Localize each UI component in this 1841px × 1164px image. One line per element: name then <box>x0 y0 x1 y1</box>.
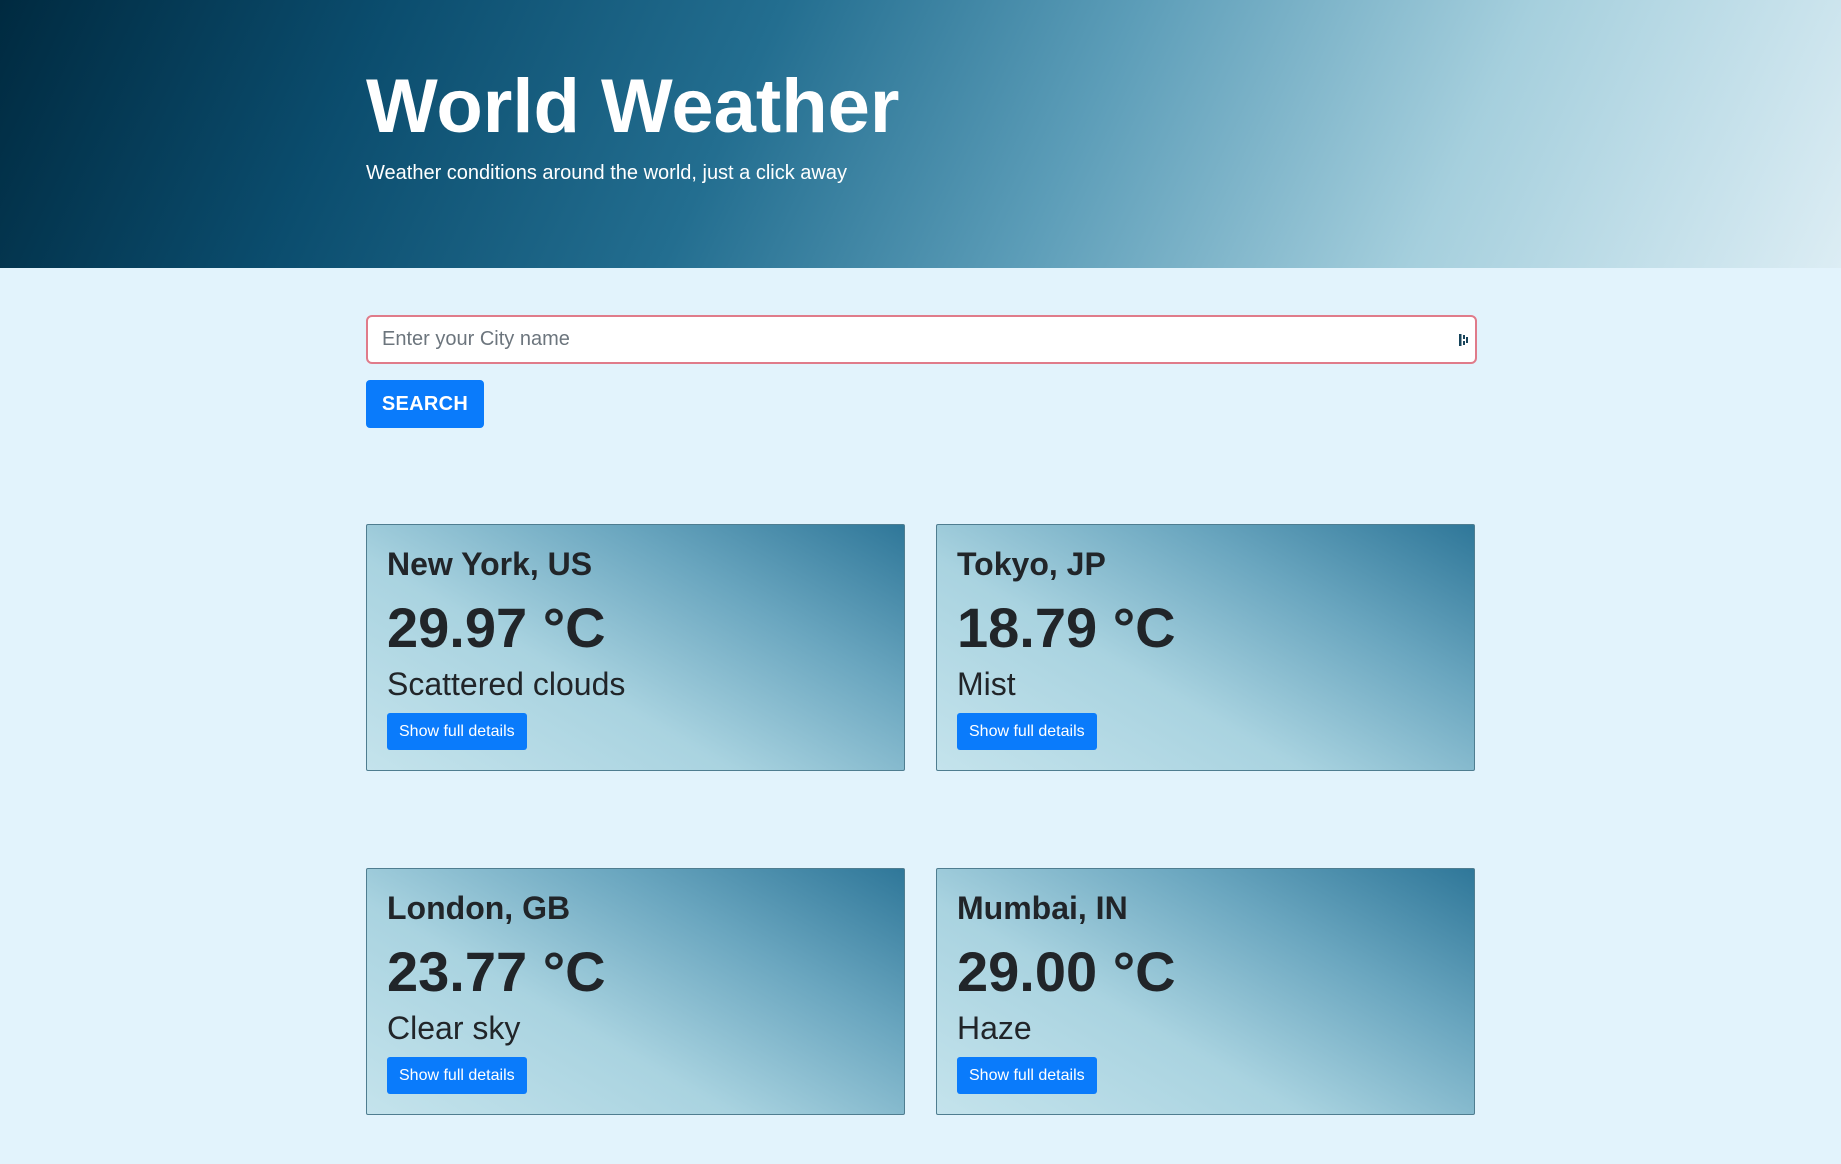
password-manager-icon[interactable] <box>1458 332 1470 348</box>
page-subtitle: Weather conditions around the world, jus… <box>366 162 847 184</box>
card-city: New York, US <box>387 546 593 582</box>
weather-card-mumbai: Mumbai, IN 29.00 °C Haze Show full detai… <box>936 868 1475 1115</box>
card-city: London, GB <box>387 890 571 926</box>
card-description: Haze <box>957 1010 1032 1046</box>
show-details-button[interactable]: Show full details <box>387 1057 527 1094</box>
weather-card-london: London, GB 23.77 °C Clear sky Show full … <box>366 868 905 1115</box>
card-city: Mumbai, IN <box>957 890 1128 926</box>
weather-card-new-york: New York, US 29.97 °C Scattered clouds S… <box>366 524 905 771</box>
card-temperature: 29.97 °C <box>387 596 606 659</box>
search-box <box>366 315 1477 364</box>
hero-banner: World Weather Weather conditions around … <box>0 0 1841 268</box>
card-temperature: 23.77 °C <box>387 940 606 1003</box>
page-title: World Weather <box>366 64 900 149</box>
show-details-button[interactable]: Show full details <box>957 713 1097 750</box>
card-description: Clear sky <box>387 1010 521 1046</box>
card-description: Scattered clouds <box>387 666 626 702</box>
card-temperature: 29.00 °C <box>957 940 1176 1003</box>
card-description: Mist <box>957 666 1016 702</box>
show-details-button[interactable]: Show full details <box>387 713 527 750</box>
card-city: Tokyo, JP <box>957 546 1106 582</box>
city-search-input[interactable] <box>382 317 1442 362</box>
weather-card-tokyo: Tokyo, JP 18.79 °C Mist Show full detail… <box>936 524 1475 771</box>
card-temperature: 18.79 °C <box>957 596 1176 659</box>
search-button[interactable]: SEARCH <box>366 380 484 428</box>
show-details-button[interactable]: Show full details <box>957 1057 1097 1094</box>
